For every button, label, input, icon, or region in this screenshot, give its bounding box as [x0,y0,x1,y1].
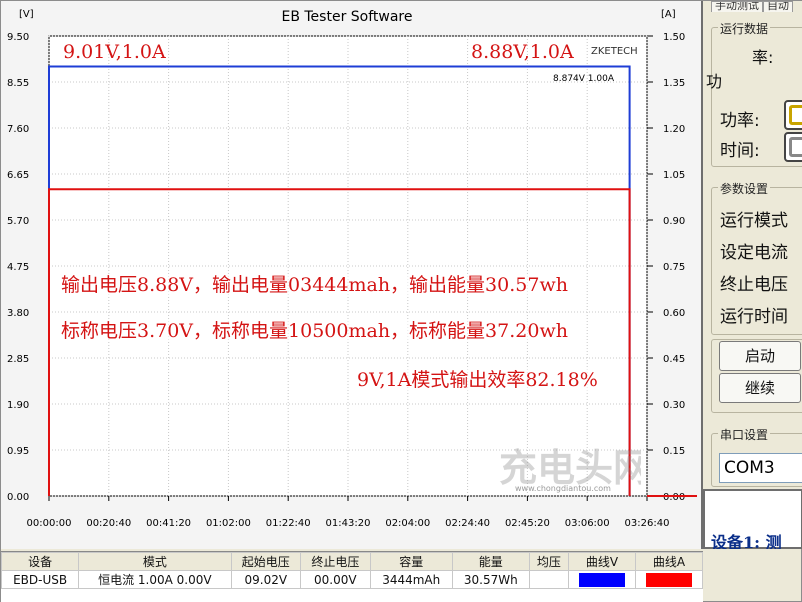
x-tick-label: 00:20:40 [86,518,131,529]
right-tick-label: 0.30 [663,400,685,411]
left-tick-label: 8.55 [7,78,29,89]
table-row[interactable]: EBD-USB 恒电流 1.00A 0.00V 09.02V 00.00V 34… [0,570,704,589]
overlay-input-reading: 9.01V,1.0A [63,41,166,63]
run-data-title: 运行数据 [718,20,771,37]
right-tick-label: 0.45 [663,354,685,365]
cell-capacity: 3444mAh [369,570,453,589]
col-capacity: 容量 [369,552,453,571]
right-tick-label: 1.50 [663,32,685,43]
cell-mode: 恒电流 1.00A 0.00V [78,570,232,589]
left-tick-label: 9.50 [7,32,29,43]
start-button[interactable]: 启动 [719,341,801,371]
power-lcd-digit [784,100,802,130]
left-tick-label: 0.00 [7,492,29,503]
parameter-settings-group: 参数设置 运行模式 设定电流 终止电压 运行时间 [711,180,802,335]
left-tick-label: 7.60 [7,124,29,135]
left-tick-label: 1.90 [7,400,29,411]
power-label-fragment-2: 功 [706,72,723,91]
param-run-time-label: 运行时间 [720,307,788,327]
col-curve-v: 曲线V [567,552,636,571]
right-tick-label: 0.90 [663,216,685,227]
overlay-output-reading: 8.88V,1.0A [471,41,574,63]
table-header-row: 设备 模式 起始电压 终止电压 容量 能量 均压 曲线V 曲线A [0,552,704,571]
x-tick-label: 02:45:20 [505,518,550,529]
overlay-output-summary: 输出电压8.88V，输出电量03444mah，输出能量30.57wh [61,274,568,296]
serial-settings-title: 串口设置 [718,426,771,443]
curve-v-color-swatch[interactable] [578,572,625,587]
app-window: 9.50 8.55 7.60 6.65 5.70 4.75 3.80 2.85 1.90 0.95… [0,0,802,602]
x-tick-label: 01:43:20 [326,518,371,529]
x-tick-label: 03:26:40 [625,518,670,529]
right-tick-label: 1.35 [663,78,685,89]
tab-manual-test[interactable]: 手动测试 [711,1,763,12]
cell-curve-a[interactable] [634,570,704,589]
curve-a-color-swatch[interactable] [645,572,692,587]
power-label-fragment: 率: [752,48,774,67]
x-tick-label: 02:04:00 [385,518,430,529]
left-tick-label: 3.80 [7,308,29,319]
x-tick-label: 01:22:40 [266,518,311,529]
cell-device: EBD-USB [0,570,80,589]
run-data-group: 运行数据 率: 功 功率: 时间: [706,20,802,167]
left-tick-label: 6.65 [7,170,29,181]
parameter-settings-title: 参数设置 [718,180,771,197]
left-tick-label: 0.95 [7,446,29,457]
left-tick-label: 4.75 [7,262,29,273]
left-tick-label: 5.70 [7,216,29,227]
param-run-mode-label: 运行模式 [720,211,788,231]
mode-tabs: 手动测试 自动 [711,1,793,13]
param-set-current-label: 设定电流 [720,243,788,263]
tab-auto[interactable]: 自动 [763,1,793,12]
right-tick-label: 0.15 [663,446,685,457]
cell-curve-v[interactable] [567,570,636,589]
watermark-url: www.chongdiantou.com [515,484,611,493]
time-lcd-digit [784,132,802,162]
cell-average-voltage [528,570,569,589]
device-status-text: 设备1: 测 [711,533,782,549]
x-tick-label: 00:00:00 [27,518,72,529]
cell-energy: 30.57Wh [451,570,530,589]
overlay-nominal-summary: 标称电压3.70V，标称电量10500mah，标称能量37.20wh [61,320,568,342]
left-tick-label: 2.85 [7,354,29,365]
right-axis-unit: [A] [661,9,676,20]
col-curve-a: 曲线A [634,552,704,571]
col-energy: 能量 [451,552,530,571]
cursor-readout: 8.874V 1.00A [553,74,615,84]
x-tick-label: 02:24:40 [445,518,490,529]
cell-end-voltage: 00.00V [300,570,371,589]
chart-area: 9.50 8.55 7.60 6.65 5.70 4.75 3.80 2.85 1.90 0.95… [1,1,703,549]
left-axis-unit: [V] [19,9,34,20]
device-status-box: 设备1: 测 [703,489,802,549]
param-cutoff-voltage-label: 终止电压 [720,275,788,295]
x-tick-label: 00:41:20 [146,518,191,529]
x-tick-label: 03:06:00 [565,518,610,529]
overlay-efficiency: 9V,1A模式输出效率82.18% [357,369,598,391]
device-table: 设备 模式 起始电压 终止电压 容量 能量 均压 曲线V 曲线A EBD-USB… [0,551,704,602]
col-average-voltage: 均压 [528,552,569,571]
brand-label: ZKETECH [591,46,638,57]
col-end-voltage: 终止电压 [300,552,371,571]
time-label: 时间: [720,141,760,161]
serial-port-select[interactable]: COM3 [719,453,802,483]
right-tick-label: 0.60 [663,308,685,319]
right-tick-label: 1.20 [663,124,685,135]
col-device: 设备 [0,552,80,571]
right-tick-label: 0.75 [663,262,685,273]
x-tick-label: 01:02:00 [206,518,251,529]
right-tick-label: 0.00 [663,492,685,503]
chart-title: EB Tester Software [281,9,412,25]
resume-button[interactable]: 继续 [719,373,801,403]
power-label: 功率: [720,111,760,131]
col-start-voltage: 起始电压 [230,552,302,571]
right-panel: 手动测试 自动 运行数据 率: 功 功率: 时间: 参数设置 运行模式 设定电流 … [703,1,802,549]
col-mode: 模式 [78,552,232,571]
right-tick-label: 1.05 [663,170,685,181]
cell-start-voltage: 09.02V [230,570,302,589]
